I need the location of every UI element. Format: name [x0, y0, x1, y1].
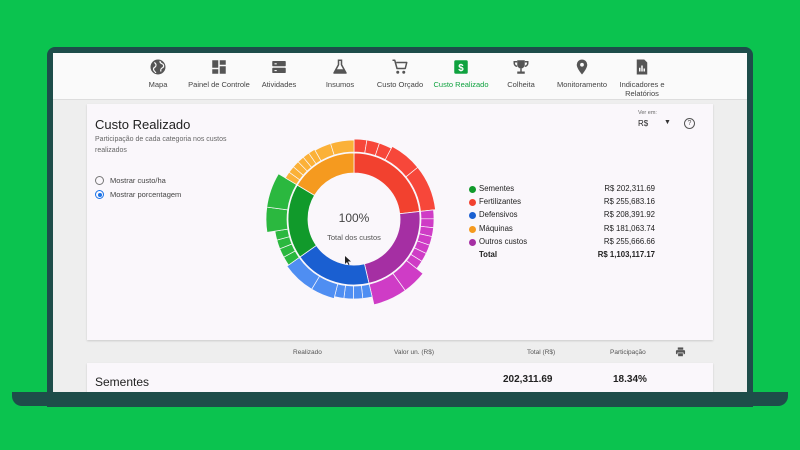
sunburst-chart: 100% Total dos custos — [265, 138, 436, 306]
nav-label: Atividades — [261, 80, 297, 89]
nav-label: Custo Orçado — [376, 80, 424, 89]
nav-item-indicadores[interactable]: Indicadores e Relatórios — [607, 58, 677, 98]
nav-label: Painel de Controle — [188, 80, 250, 89]
legend-label: Máquinas — [479, 223, 513, 233]
legend-dot — [469, 225, 476, 233]
nav-label: Indicadores e Relatórios — [619, 80, 665, 98]
nav-item-mapa[interactable]: Mapa — [123, 58, 193, 89]
cursor-icon — [345, 256, 351, 265]
location-pin-icon — [576, 59, 588, 75]
option-label: Mostrar custo/ha — [110, 176, 166, 185]
legend-value: R$ 181,063.74 — [603, 223, 655, 233]
top-nav: Mapa Painel de Controle Atividades Insum… — [53, 53, 747, 100]
chart-legend: Sementes R$ 202,311.69 Fertilizantes R$ … — [467, 184, 667, 263]
cart-icon — [392, 59, 408, 74]
legend-value: R$ 255,683.16 — [603, 197, 655, 207]
row-name: Sementes — [95, 375, 150, 389]
laptop-base — [12, 392, 788, 406]
flask-icon — [333, 59, 347, 74]
legend-value: R$ 208,391.92 — [603, 210, 655, 220]
legend-dot — [469, 212, 476, 220]
legend-total: Total R$ 1,103,117.17 — [467, 250, 667, 263]
print-icon[interactable] — [675, 347, 686, 357]
chevron-down-icon[interactable]: ▼ — [664, 119, 671, 126]
outer-segment[interactable] — [265, 206, 289, 233]
report-icon — [636, 59, 648, 75]
col-header-realizado: Realizado — [293, 349, 322, 356]
nav-item-colheita[interactable]: Colheita — [486, 58, 556, 89]
outer-segment[interactable] — [352, 285, 364, 300]
trophy-icon — [513, 60, 529, 74]
legend-value: R$ 202,311.69 — [604, 184, 655, 193]
outer-segment[interactable] — [420, 209, 435, 220]
currency-select[interactable]: R$ — [638, 119, 648, 128]
legend-total-label: Total — [479, 249, 498, 259]
chart-center-label: Total dos custos — [327, 233, 381, 242]
nav-label: Monitoramento — [556, 80, 608, 89]
nav-label: Colheita — [507, 80, 535, 89]
legend-value: R$ 255,666.66 — [603, 236, 655, 246]
row-participation: 18.34% — [613, 374, 647, 385]
page-title: Custo Realizado — [95, 117, 191, 132]
nav-item-atividades[interactable]: Atividades — [244, 58, 314, 89]
nav-item-custo-orcado[interactable]: Custo Orçado — [365, 58, 435, 89]
chart-center-value: 100% — [339, 211, 370, 225]
col-header-valor-un: Valor un. (R$) — [394, 349, 434, 356]
legend-label: Defensivos — [479, 210, 518, 220]
dollar-icon: $ — [454, 60, 468, 74]
legend-dot — [469, 238, 476, 246]
nav-label: Mapa — [148, 80, 168, 89]
legend-label: Sementes — [479, 184, 515, 193]
show-percentage-option[interactable]: Mostrar porcentagem — [95, 190, 181, 199]
table-row[interactable]: Sementes 202,311.69 18.34% — [87, 363, 713, 392]
radio-unchecked-icon[interactable] — [95, 176, 104, 185]
currency-label: Ver em: — [638, 110, 657, 116]
custo-realizado-card: Custo Realizado Participação de cada cat… — [87, 104, 713, 340]
show-cost-per-ha-option[interactable]: Mostrar custo/ha — [95, 176, 166, 185]
legend-label: Fertilizantes — [479, 197, 522, 207]
globe-icon — [150, 59, 166, 75]
page-subtitle: Participação de cada categoria nos custo… — [95, 136, 227, 154]
legend-total-value: R$ 1,103,117.17 — [597, 249, 655, 259]
dashboard-icon — [212, 60, 226, 74]
legend-item-maquinas[interactable]: Máquinas R$ 181,063.74 — [467, 224, 667, 237]
nav-label: Insumos — [325, 80, 355, 89]
radio-checked-icon[interactable] — [95, 190, 104, 199]
legend-label: Outros custos — [479, 236, 528, 246]
row-total: 202,311.69 — [503, 374, 553, 385]
app-screen: Mapa Painel de Controle Atividades Insum… — [53, 53, 747, 392]
legend-item-fertilizantes[interactable]: Fertilizantes R$ 255,683.16 — [467, 197, 667, 210]
list-icon — [272, 61, 286, 73]
legend-item-outros-custos[interactable]: Outros custos R$ 255,666.66 — [467, 237, 667, 250]
help-icon[interactable]: ? — [684, 118, 695, 129]
legend-dot — [469, 199, 476, 207]
col-header-participacao: Participação — [610, 349, 646, 356]
legend-item-defensivos[interactable]: Defensivos R$ 208,391.92 — [467, 210, 667, 223]
option-label: Mostrar porcentagem — [110, 190, 182, 199]
col-header-total: Total (R$) — [527, 349, 556, 356]
cost-table-header: Realizado Valor un. (R$) Total (R$) Part… — [87, 343, 713, 359]
nav-label: Custo Realizado — [433, 80, 489, 89]
legend-item-sementes[interactable]: Sementes R$ 202,311.69 — [467, 184, 667, 197]
legend-dot — [469, 186, 476, 193]
svg-text:$: $ — [458, 63, 464, 74]
